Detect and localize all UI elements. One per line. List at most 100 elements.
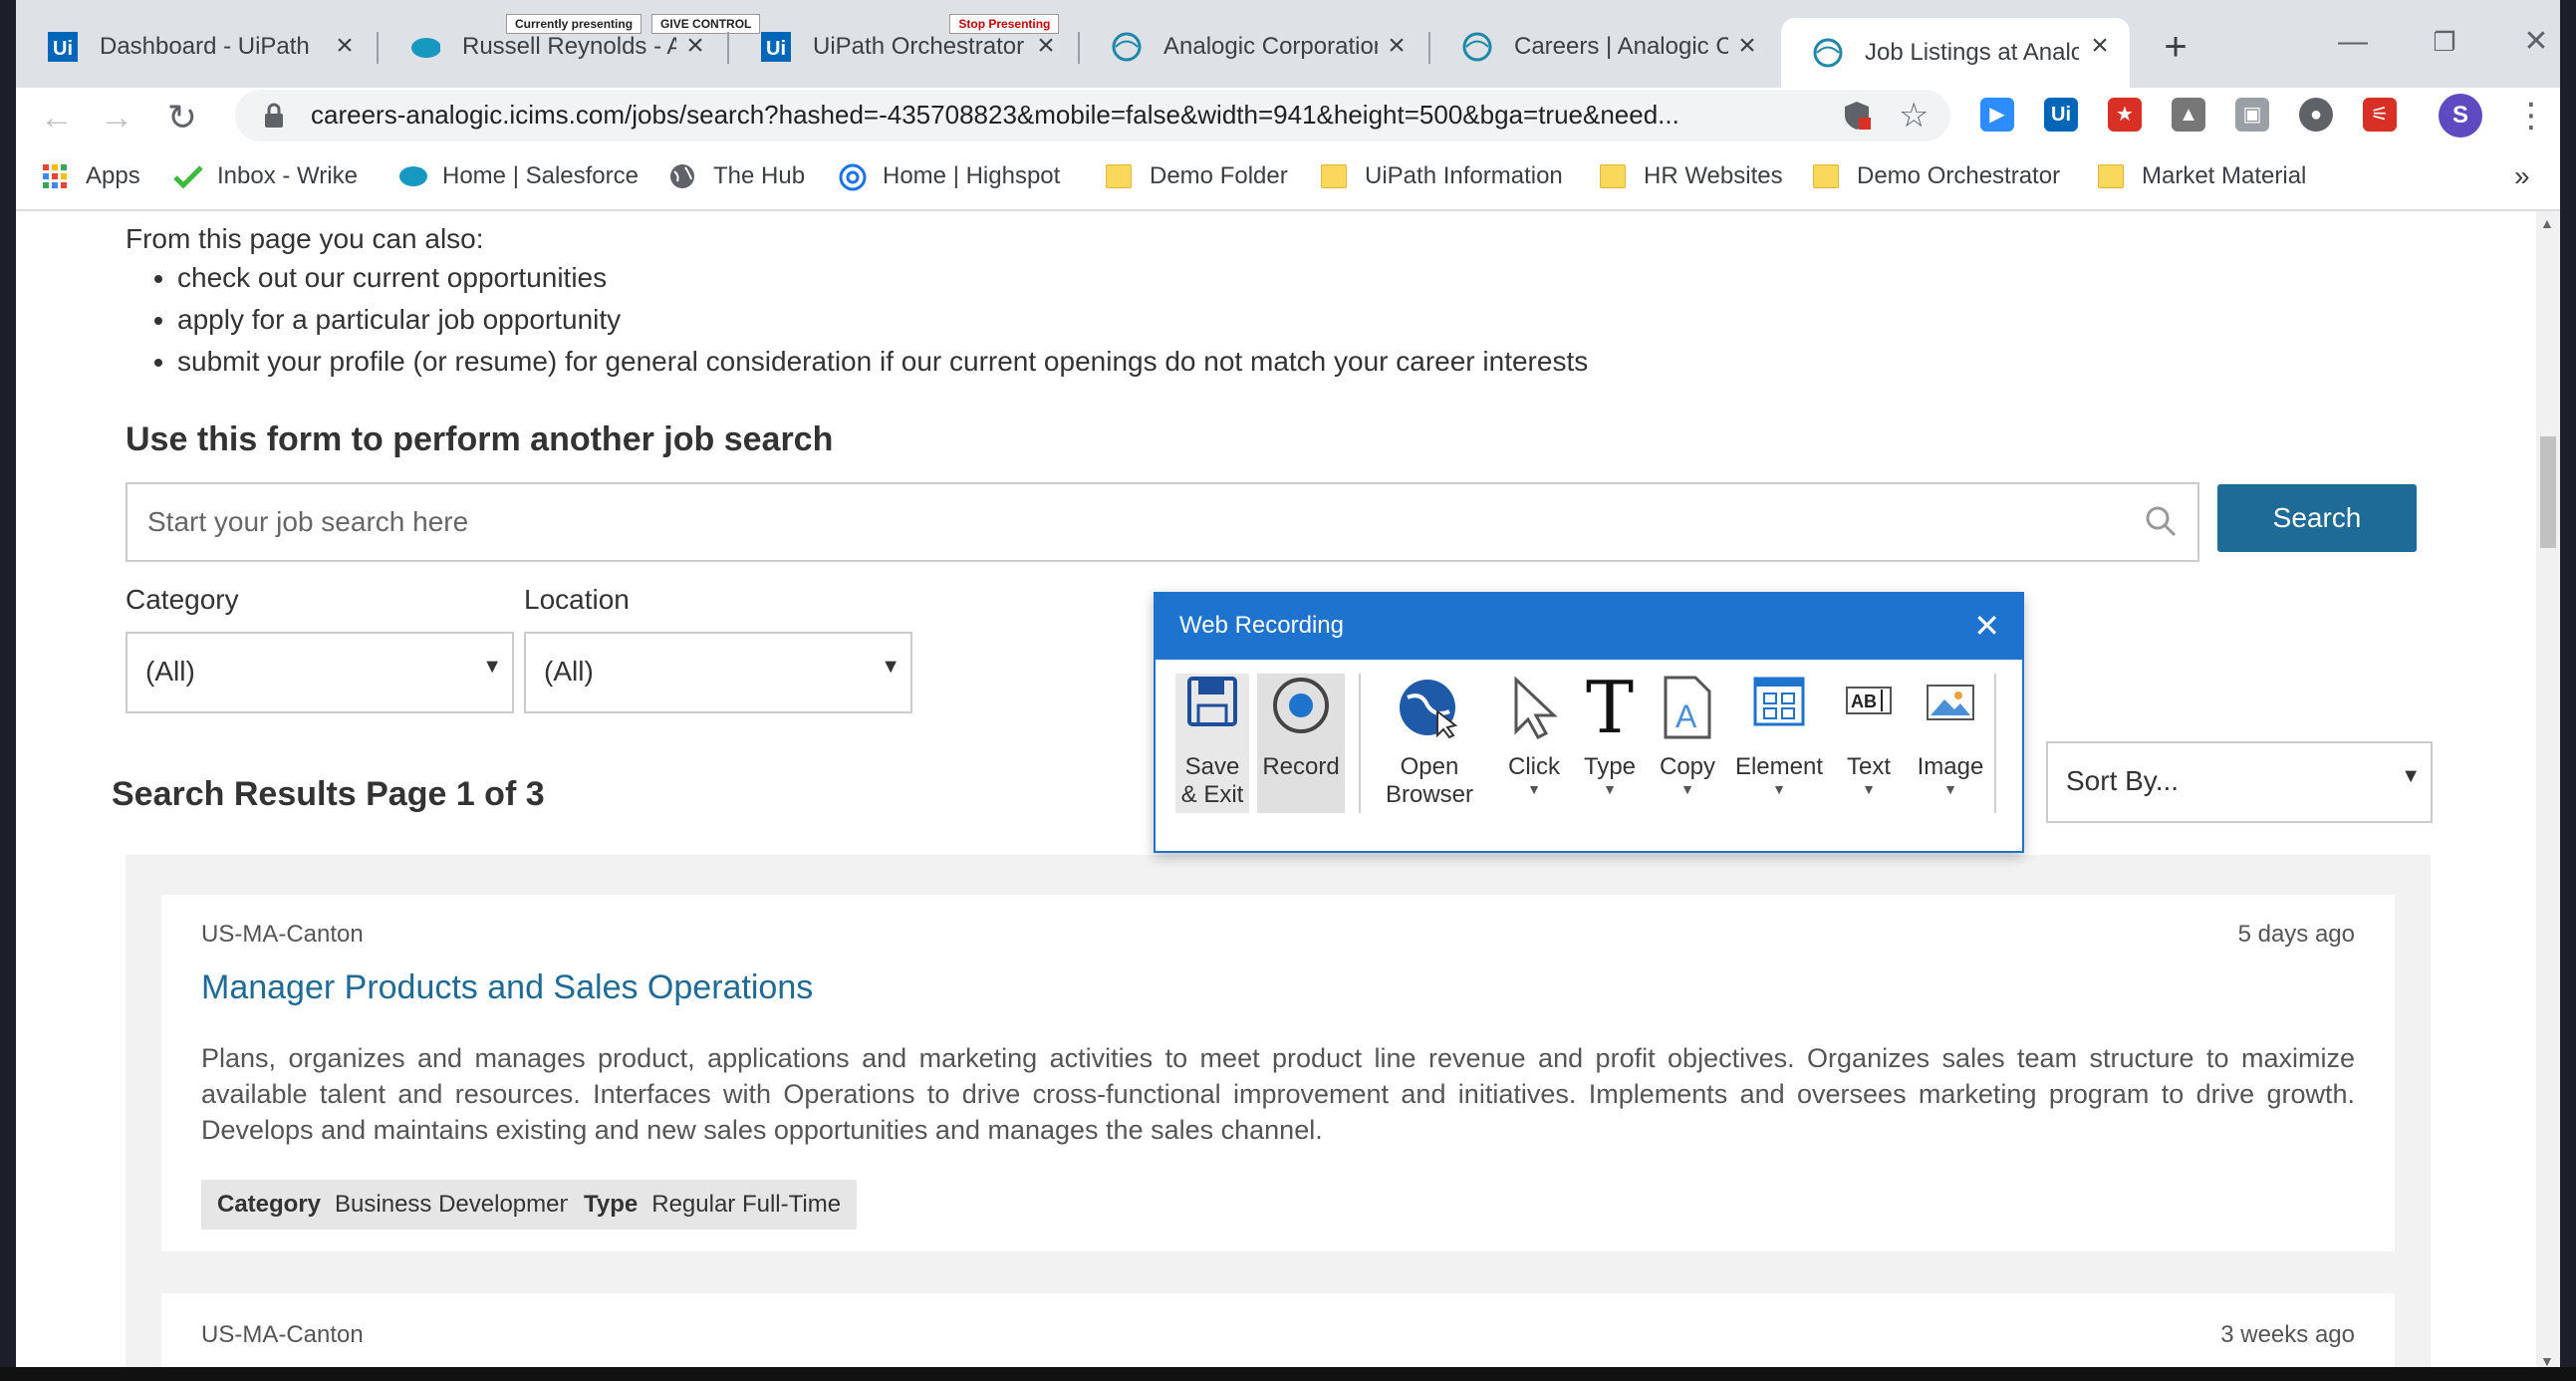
list-item: check out our current opportunities	[177, 257, 1588, 299]
analogic-globe-icon	[1813, 38, 1843, 68]
close-tab-icon[interactable]: ×	[1731, 30, 1763, 62]
scroll-up-arrow-icon[interactable]: ▲	[2540, 215, 2554, 231]
click-button[interactable]: Click ▼	[1498, 674, 1570, 813]
chevron-down-icon[interactable]: ▼	[1909, 781, 1992, 797]
bookmark-market-material[interactable]: Market Material	[2098, 159, 2306, 193]
analogic-globe-icon	[1462, 32, 1492, 62]
job-posted-date: 3 weeks ago	[2220, 1321, 2355, 1348]
restore-button[interactable]: ❐	[2415, 14, 2474, 70]
close-icon[interactable]: ✕	[1973, 606, 2000, 646]
tab-analogic-corporation[interactable]: Analogic Corporation ×	[1080, 18, 1426, 76]
circle-extension-icon[interactable]: ●	[2299, 98, 2333, 132]
chevron-down-icon[interactable]: ▼	[1498, 781, 1570, 797]
close-tab-icon[interactable]: ×	[1381, 30, 1413, 62]
tab-title: Analogic Corporation	[1163, 33, 1378, 60]
element-button[interactable]: Element ▼	[1731, 674, 1827, 813]
chevron-down-icon[interactable]: ▼	[1833, 781, 1905, 797]
button-label: Element	[1734, 753, 1824, 780]
blocked-content-icon[interactable]	[1841, 100, 1873, 137]
pdf-extension-icon[interactable]: ⚟	[2363, 98, 2397, 132]
category-value: (All)	[145, 656, 195, 687]
image-button[interactable]: Image ▼	[1909, 674, 1992, 813]
drive-extension-icon[interactable]: ▲	[2172, 98, 2205, 132]
bookmark-home-salesforce[interactable]: Home | Salesforce	[398, 159, 639, 193]
bookmark-home-highspot[interactable]: Home | Highspot	[839, 159, 1060, 193]
text-button[interactable]: AB Text ▼	[1833, 674, 1905, 813]
close-tab-icon[interactable]: ×	[2084, 30, 2116, 62]
apps-grid-icon	[42, 163, 68, 189]
tag-value: Regular Full-Time	[651, 1191, 842, 1218]
svg-text:AB: AB	[1851, 691, 1877, 711]
category-select[interactable]: (All) ▼	[126, 632, 514, 713]
back-button[interactable]: ←	[34, 96, 80, 139]
tab-title: Russell Reynolds - Au	[462, 33, 676, 60]
bookmark-demo-folder[interactable]: Demo Folder	[1106, 159, 1288, 193]
new-tab-button[interactable]: +	[2148, 22, 2203, 72]
job-location: US-MA-Canton	[201, 921, 364, 948]
bookmark-inbox-wrike[interactable]: Inbox - Wrike	[173, 159, 358, 193]
red-extension-icon[interactable]: ★	[2108, 98, 2142, 132]
dropdown-caret-icon: ▼	[482, 656, 502, 678]
bookmarks-overflow-button[interactable]: »	[2514, 159, 2530, 193]
minimize-button[interactable]: —	[2323, 14, 2383, 70]
tab-uipath-orchestrator[interactable]: Ui UiPath Orchestrator ×	[729, 18, 1076, 76]
save-exit-button[interactable]: Save & Exit	[1175, 674, 1249, 813]
tab-russell-reynolds[interactable]: Russell Reynolds - Au ×	[379, 18, 725, 76]
forward-button[interactable]: →	[94, 96, 139, 139]
chevron-down-icon[interactable]: ▼	[1652, 781, 1723, 797]
globe-cursor-icon	[1398, 676, 1461, 746]
record-button[interactable]: Record	[1257, 674, 1345, 813]
close-tab-icon[interactable]: ×	[679, 30, 711, 62]
reload-button[interactable]: ↻	[159, 96, 205, 139]
folder-icon	[1106, 164, 1132, 188]
job-card: US-MA-Canton 5 days ago Manager Products…	[161, 895, 2395, 1251]
page-content: From this page you can also: check out o…	[16, 211, 2536, 1381]
close-window-button[interactable]: ✕	[2506, 14, 2560, 70]
open-browser-button[interactable]: Open Browser	[1375, 674, 1484, 813]
bookmark-label: Apps	[86, 162, 140, 189]
type-button[interactable]: T Type ▼	[1574, 672, 1646, 813]
sort-by-select[interactable]: Sort By... ▼	[2046, 741, 2433, 823]
bookmark-label: Home | Salesforce	[442, 162, 639, 189]
button-label: Text	[1846, 753, 1891, 780]
chevron-down-icon[interactable]: ▼	[1574, 781, 1646, 797]
scrollbar-thumb[interactable]	[2540, 436, 2556, 548]
tab-dashboard-uipath[interactable]: Ui Dashboard - UiPath O ×	[16, 18, 375, 76]
tag-value: Business Development	[335, 1191, 580, 1218]
button-label: Record	[1262, 753, 1340, 780]
chevron-down-icon[interactable]: ▼	[1731, 781, 1827, 797]
element-grid-icon	[1752, 676, 1806, 736]
address-bar[interactable]: careers-analogic.icims.com/jobs/search?h…	[235, 90, 1950, 141]
bookmark-apps[interactable]: Apps	[42, 159, 140, 193]
tab-title: Dashboard - UiPath O	[100, 33, 314, 60]
job-search-input[interactable]: Start your job search here	[126, 482, 2199, 562]
close-tab-icon[interactable]: ×	[329, 30, 361, 62]
profile-avatar[interactable]: S	[2439, 94, 2482, 138]
bookmark-hr-websites[interactable]: HR Websites	[1600, 159, 1783, 193]
bookmark-extension-icon[interactable]: ▣	[2235, 98, 2269, 132]
options-list: check out our current opportunities appl…	[126, 257, 1588, 383]
tab-careers-analogic[interactable]: Careers | Analogic Co ×	[1430, 18, 1777, 76]
search-button[interactable]: Search	[2217, 484, 2417, 552]
location-select[interactable]: (All) ▼	[524, 632, 912, 713]
tab-job-listings[interactable]: Job Listings at Analo ×	[1781, 18, 2130, 88]
page-scrollbar[interactable]: ▲ ▼	[2536, 211, 2560, 1381]
close-tab-icon[interactable]: ×	[1030, 30, 1062, 62]
zoom-extension-icon[interactable]: ▶	[1980, 98, 2014, 132]
tab-title: UiPath Orchestrator	[813, 33, 1025, 60]
bookmark-uipath-information[interactable]: UiPath Information	[1321, 159, 1563, 193]
bookmark-demo-orchestrator[interactable]: Demo Orchestrator	[1813, 159, 2060, 193]
bookmark-the-hub[interactable]: The Hub	[669, 159, 805, 193]
copy-button[interactable]: A Copy ▼	[1652, 674, 1723, 813]
results-title: Search Results Page 1 of 3	[112, 775, 545, 813]
job-title-link[interactable]: Manager Products and Sales Operations	[201, 968, 813, 1007]
folder-icon	[1600, 164, 1626, 188]
bookmark-label: Demo Folder	[1150, 162, 1288, 189]
url-text: careers-analogic.icims.com/jobs/search?h…	[311, 100, 1679, 130]
svg-text:Ui: Ui	[766, 38, 786, 60]
bookmark-star-icon[interactable]: ☆	[1899, 96, 1929, 136]
uipath-extension-icon[interactable]: Ui	[2044, 98, 2078, 132]
menu-kebab-icon[interactable]: ⋮	[2514, 96, 2548, 136]
record-icon	[1271, 676, 1331, 742]
tab-title: Job Listings at Analo	[1865, 39, 2079, 66]
